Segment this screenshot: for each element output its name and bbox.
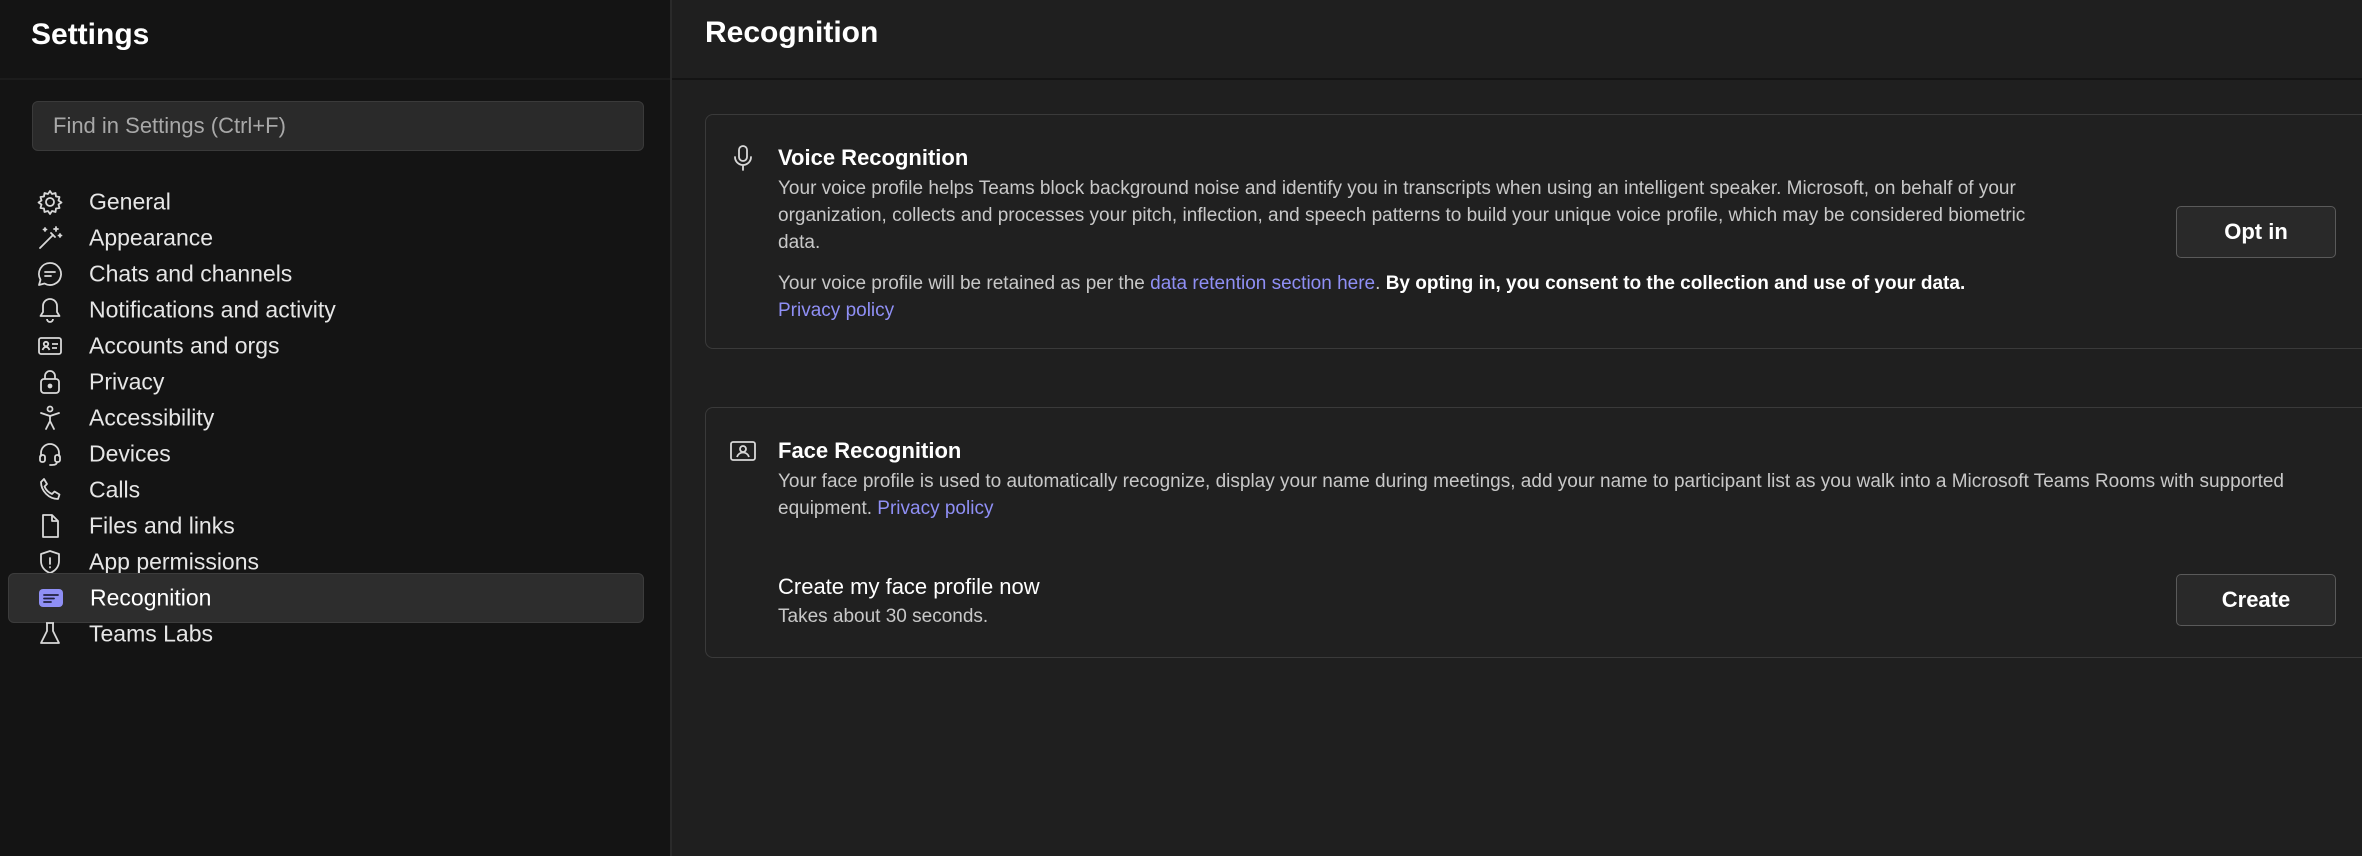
retention-prefix: Your voice profile will be retained as p… xyxy=(778,273,1151,294)
voice-privacy-policy-link[interactable]: Privacy policy xyxy=(778,300,894,321)
main-header: Recognition xyxy=(672,0,2362,80)
face-recognition-title: Face Recognition xyxy=(778,438,962,463)
flask-icon xyxy=(35,619,65,649)
voice-retention-text: Your voice profile will be retained as p… xyxy=(778,270,2078,324)
nav-item-label: Accessibility xyxy=(89,404,215,431)
face-desc-text: Your face profile is used to automatical… xyxy=(778,471,2284,519)
sidebar-title: Settings xyxy=(31,18,150,51)
microphone-icon xyxy=(728,143,758,173)
nav-item-label: Teams Labs xyxy=(89,620,214,647)
voice-recognition-title: Voice Recognition xyxy=(778,145,969,170)
nav-item-label: Files and links xyxy=(89,512,235,539)
nav-item-label: Notifications and activity xyxy=(89,296,336,323)
nav-item-label: App permissions xyxy=(89,548,260,575)
face-recognition-description: Your face profile is used to automatical… xyxy=(778,468,2362,522)
create-button[interactable]: Create xyxy=(2176,574,2336,626)
nav-item-teams-labs[interactable]: Teams Labs xyxy=(8,609,644,659)
nav-item-label: Accounts and orgs xyxy=(89,332,280,359)
nav-item-label: Recognition xyxy=(90,584,212,611)
settings-main: Recognition Voice Recognition Your voice… xyxy=(672,0,2362,856)
nav-item-label: Devices xyxy=(89,440,171,467)
face-recognition-card: Face Recognition Your face profile is us… xyxy=(705,407,2362,658)
voice-recognition-description: Your voice profile helps Teams block bac… xyxy=(778,178,2026,253)
nav-item-label: Chats and channels xyxy=(89,260,293,287)
page-title: Recognition xyxy=(705,16,879,49)
settings-sidebar: Settings General Appearance Chats and ch… xyxy=(0,0,672,856)
create-face-profile-description: Takes about 30 seconds. xyxy=(778,606,989,627)
nav-item-label: Appearance xyxy=(89,224,214,251)
nav-item-label: Privacy xyxy=(89,368,165,395)
opt-in-button[interactable]: Opt in xyxy=(2176,206,2336,258)
retention-suffix: . xyxy=(1375,273,1386,294)
settings-search-input[interactable] xyxy=(32,101,644,151)
consent-text: By opting in, you consent to the collect… xyxy=(1385,273,1966,294)
data-retention-link[interactable]: data retention section here xyxy=(1150,273,1375,294)
nav-item-label: Calls xyxy=(89,476,141,503)
voice-recognition-card: Voice Recognition Your voice profile hel… xyxy=(705,114,2362,349)
nav-item-label: General xyxy=(89,188,171,215)
face-id-icon xyxy=(728,436,758,466)
create-face-profile-title: Create my face profile now xyxy=(778,574,1040,599)
face-privacy-policy-link[interactable]: Privacy policy xyxy=(877,498,993,519)
